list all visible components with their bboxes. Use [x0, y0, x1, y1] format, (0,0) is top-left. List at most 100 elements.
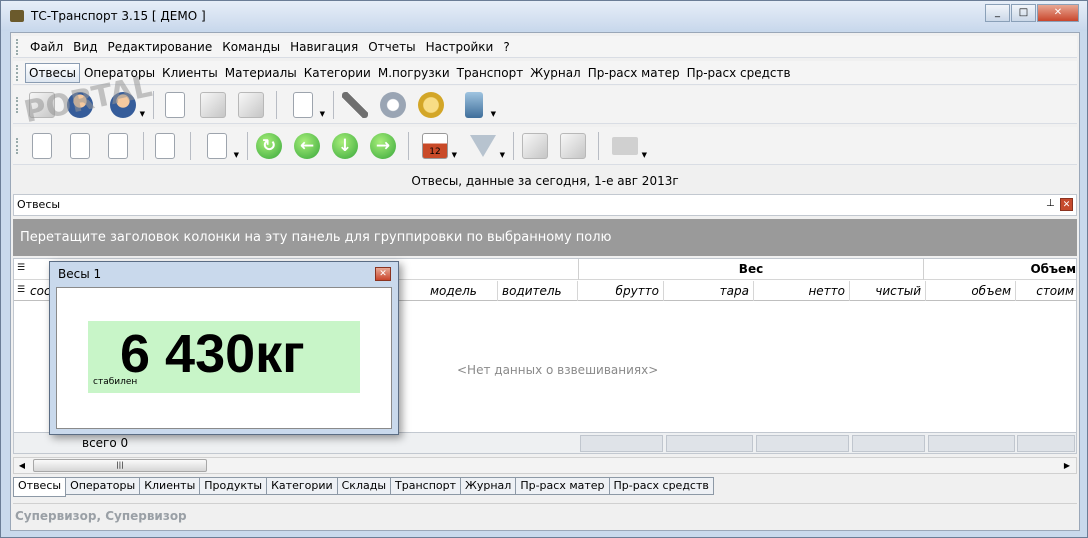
menu-file[interactable]: Файл — [25, 40, 68, 54]
footer-cell — [852, 435, 925, 452]
band-weight[interactable]: Вес — [578, 259, 924, 280]
arrow-left-icon: ← — [294, 132, 320, 159]
database-button[interactable] — [556, 130, 590, 162]
dropdown-icon[interactable]: ▼ — [491, 110, 496, 118]
grid-panel-header: Отвесы ⊥ ✕ — [13, 194, 1077, 216]
minimize-button[interactable]: _ — [985, 4, 1010, 22]
menu-view[interactable]: Вид — [68, 40, 102, 54]
preview-button[interactable]: ▼ — [195, 130, 239, 162]
down-button[interactable]: ↓ — [328, 130, 362, 162]
delete-record-button[interactable] — [148, 130, 182, 162]
menu-edit[interactable]: Редактирование — [102, 40, 217, 54]
key-icon — [418, 91, 444, 118]
dropdown-icon[interactable]: ▼ — [234, 151, 239, 159]
scale-body: 6 430кг стабилен — [56, 287, 392, 429]
menu-reports[interactable]: Отчеты — [363, 40, 420, 54]
nav-transport[interactable]: Транспорт — [454, 64, 527, 82]
grip-icon[interactable] — [16, 38, 19, 55]
toolbar-records: ▼ ↻ ← ↓ → 12 ▼ ▼ ▼ — [13, 127, 1077, 165]
copy-record-button[interactable] — [101, 130, 135, 162]
separator — [598, 131, 599, 160]
menu-navigation[interactable]: Навигация — [285, 40, 363, 54]
tab-warehouses[interactable]: Склады — [337, 477, 392, 495]
menu-settings[interactable]: Настройки — [421, 40, 499, 54]
maximize-button[interactable]: □ — [1011, 4, 1036, 22]
nav-journal[interactable]: Журнал — [527, 64, 584, 82]
col-driver[interactable]: водитель — [498, 281, 578, 301]
tab-clients[interactable]: Клиенты — [140, 477, 201, 495]
print-button[interactable]: ▼ — [603, 130, 647, 162]
pin-icon[interactable]: ⊥ — [1046, 199, 1056, 209]
dropdown-icon[interactable]: ▼ — [320, 110, 325, 118]
grip-icon[interactable] — [16, 64, 19, 81]
report-button[interactable] — [158, 89, 192, 121]
menu-bar: Файл Вид Редактирование Команды Навигаци… — [13, 36, 1077, 58]
nav-funds-flow[interactable]: Пр-расх средств — [684, 64, 794, 82]
database-icon — [560, 132, 586, 159]
menu-commands[interactable]: Команды — [217, 40, 285, 54]
tab-operators[interactable]: Операторы — [66, 477, 141, 495]
dropdown-icon[interactable]: ▼ — [500, 151, 505, 159]
panel-close-button[interactable]: ✕ — [1060, 198, 1073, 211]
grip-icon[interactable] — [16, 137, 19, 154]
column-chooser-icon[interactable]: ☰ — [17, 263, 25, 273]
col-cost[interactable]: стоим — [1016, 281, 1078, 301]
col-model[interactable]: модель — [426, 281, 498, 301]
forward-button[interactable]: → — [366, 130, 400, 162]
tab-categories[interactable]: Категории — [267, 477, 338, 495]
current-user: Супервизор, Супервизор — [15, 509, 187, 523]
export-icon — [522, 132, 548, 159]
separator — [408, 131, 409, 160]
separator — [190, 131, 191, 160]
col-gross[interactable]: брутто — [578, 281, 664, 301]
band-volume[interactable]: Объем — [926, 259, 1078, 280]
toolbar-main: ▼ ▼ ▼ — [13, 86, 1077, 124]
stamp-button[interactable] — [234, 89, 268, 121]
tab-journal[interactable]: Журнал — [461, 477, 517, 495]
tools-button[interactable] — [338, 89, 372, 121]
scale-close-button[interactable]: ✕ — [375, 267, 391, 281]
col-tare[interactable]: тара — [664, 281, 754, 301]
column-chooser-icon[interactable]: ☰ — [17, 285, 25, 295]
settings-doc-button[interactable]: ▼ — [281, 89, 325, 121]
back-button[interactable]: ← — [290, 130, 324, 162]
tab-funds-flow[interactable]: Пр-расх средств — [609, 477, 714, 495]
dropdown-icon[interactable]: ▼ — [642, 151, 647, 159]
tab-products[interactable]: Продукты — [200, 477, 268, 495]
close-button[interactable]: ✕ — [1037, 4, 1079, 22]
nav-materials[interactable]: Материалы — [222, 64, 300, 82]
nav-weighings[interactable]: Отвесы — [25, 62, 80, 83]
dropdown-icon[interactable]: ▼ — [452, 151, 457, 159]
exit-button[interactable]: ▼ — [452, 89, 496, 121]
tab-transport[interactable]: Транспорт — [391, 477, 462, 495]
filter-button[interactable]: ▼ — [461, 130, 505, 162]
col-clean[interactable]: чистый — [850, 281, 926, 301]
title-bar[interactable]: ТС-Транспорт 3.15 [ ДЕМО ] _ □ ✕ — [1, 1, 1087, 31]
nav-material-flow[interactable]: Пр-расх матер — [585, 64, 683, 82]
key-button[interactable] — [414, 89, 448, 121]
settings-button[interactable] — [376, 89, 410, 121]
nav-categories[interactable]: Категории — [301, 64, 374, 82]
refresh-button[interactable]: ↻ — [252, 130, 286, 162]
edit-document-icon — [70, 132, 90, 159]
report-user-button[interactable] — [196, 89, 230, 121]
scale-window[interactable]: Весы 1 ✕ 6 430кг стабилен — [49, 261, 399, 435]
dropdown-icon[interactable]: ▼ — [140, 110, 145, 118]
horizontal-scrollbar[interactable]: ◀ ||| ▶ — [13, 457, 1077, 474]
export-button[interactable] — [518, 130, 552, 162]
scroll-right-icon[interactable]: ▶ — [1061, 459, 1073, 472]
group-by-panel[interactable]: Перетащите заголовок колонки на эту пане… — [13, 219, 1077, 256]
scroll-left-icon[interactable]: ◀ — [16, 459, 28, 472]
scroll-thumb[interactable]: ||| — [33, 459, 207, 472]
nav-loading-places[interactable]: М.погрузки — [375, 64, 453, 82]
tab-material-flow[interactable]: Пр-расх матер — [516, 477, 610, 495]
col-net[interactable]: нетто — [754, 281, 850, 301]
grip-icon[interactable] — [16, 96, 19, 113]
menu-help[interactable]: ? — [498, 40, 514, 54]
tab-weighings[interactable]: Отвесы — [13, 477, 67, 497]
nav-clients[interactable]: Клиенты — [159, 64, 221, 82]
col-volume[interactable]: объем — [926, 281, 1016, 301]
new-record-button[interactable] — [25, 130, 59, 162]
calendar-button[interactable]: 12 ▼ — [413, 130, 457, 162]
edit-record-button[interactable] — [63, 130, 97, 162]
